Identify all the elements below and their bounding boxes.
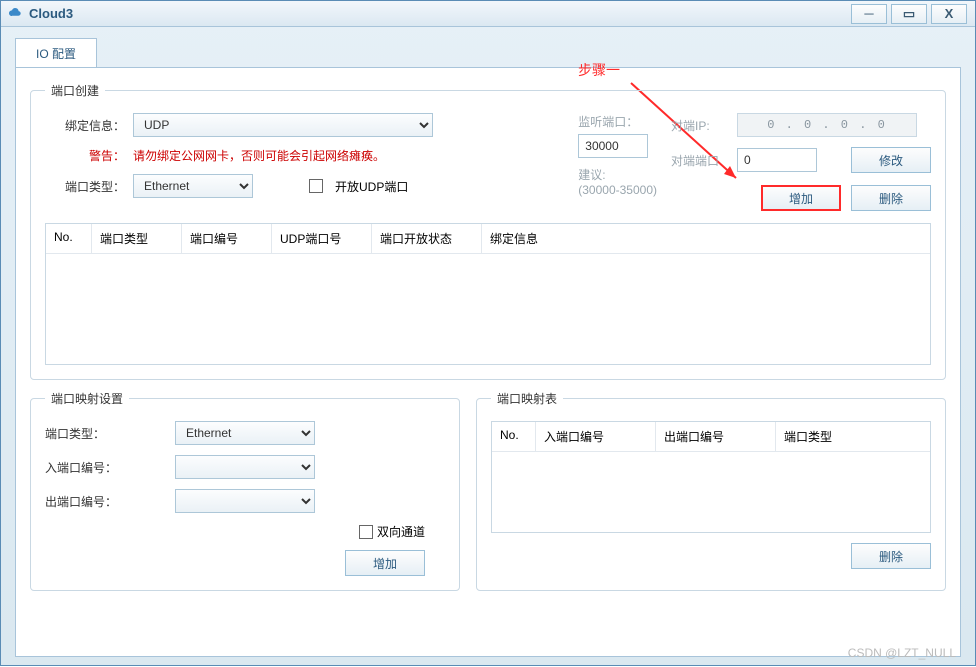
label-warning: 警告： xyxy=(45,147,125,164)
table-body[interactable] xyxy=(46,254,930,364)
fieldset-port-map-setting: 端口映射设置 端口类型： Ethernet 入端口编号： 出端口编号： xyxy=(30,390,460,591)
checkbox-bidir[interactable] xyxy=(359,525,373,539)
col-no[interactable]: No. xyxy=(46,224,92,253)
label-in-port-no: 入端口编号： xyxy=(45,459,175,476)
input-listen-port[interactable] xyxy=(578,134,648,158)
col-map-type[interactable]: 端口类型 xyxy=(776,422,930,451)
select-bind-info[interactable]: UDP xyxy=(133,113,433,137)
col-open-state[interactable]: 端口开放状态 xyxy=(372,224,482,253)
col-map-in[interactable]: 入端口编号 xyxy=(536,422,656,451)
app-window: Cloud3 ─ ▭ X IO 配置 步骤一 端口创建 xyxy=(0,0,976,666)
select-out-port[interactable] xyxy=(175,489,315,513)
delete-map-button[interactable]: 删除 xyxy=(851,543,931,569)
label-out-port-no: 出端口编号： xyxy=(45,493,175,510)
tabstrip: IO 配置 xyxy=(15,37,961,67)
map-table: No. 入端口编号 出端口编号 端口类型 xyxy=(491,421,931,533)
input-peer-ip: 0 . 0 . 0 . 0 xyxy=(737,113,917,137)
map-table-body[interactable] xyxy=(492,452,930,532)
modify-button[interactable]: 修改 xyxy=(851,147,931,173)
label-peer-port: 对端端口 xyxy=(671,152,727,169)
add-map-button[interactable]: 增加 xyxy=(345,550,425,576)
col-bind-info[interactable]: 绑定信息 xyxy=(482,224,930,253)
app-icon xyxy=(9,7,23,21)
watermark: CSDN @LZT_NULL xyxy=(848,646,956,660)
col-udp-port[interactable]: UDP端口号 xyxy=(272,224,372,253)
legend-port-map-table: 端口映射表 xyxy=(491,390,563,407)
panel: 步骤一 端口创建 绑定信息： UDP xyxy=(15,67,961,657)
port-table: No. 端口类型 端口编号 UDP端口号 端口开放状态 绑定信息 xyxy=(45,223,931,365)
label-suggest: 建议: xyxy=(578,166,657,183)
label-bind-info: 绑定信息： xyxy=(45,117,125,134)
label-listen-port: 监听端口： xyxy=(578,113,657,130)
table-header: No. 端口类型 端口编号 UDP端口号 端口开放状态 绑定信息 xyxy=(46,224,930,254)
label-port-type: 端口类型： xyxy=(45,178,125,195)
map-table-header: No. 入端口编号 出端口编号 端口类型 xyxy=(492,422,930,452)
annotation-step1: 步骤一 xyxy=(578,60,620,80)
tab-io-config[interactable]: IO 配置 xyxy=(15,38,97,68)
col-map-no[interactable]: No. xyxy=(492,422,536,451)
add-button[interactable]: 增加 xyxy=(761,185,841,211)
select-in-port[interactable] xyxy=(175,455,315,479)
input-peer-port xyxy=(737,148,817,172)
warning-text: 请勿绑定公网网卡，否则可能会引起网络瘫痪。 xyxy=(133,147,385,164)
maximize-button[interactable]: ▭ xyxy=(891,4,927,24)
select-port-type[interactable]: Ethernet xyxy=(133,174,253,198)
legend-port-create: 端口创建 xyxy=(45,82,105,99)
close-button[interactable]: X xyxy=(931,4,967,24)
select-map-port-type[interactable]: Ethernet xyxy=(175,421,315,445)
label-peer-ip: 对端IP: xyxy=(671,117,727,134)
titlebar: Cloud3 ─ ▭ X xyxy=(1,1,975,27)
label-bidir: 双向通道 xyxy=(377,523,425,540)
col-port-type[interactable]: 端口类型 xyxy=(92,224,182,253)
label-suggest-range: (30000-35000) xyxy=(578,183,657,197)
minimize-button[interactable]: ─ xyxy=(851,4,887,24)
app-title: Cloud3 xyxy=(29,6,847,21)
col-map-out[interactable]: 出端口编号 xyxy=(656,422,776,451)
fieldset-port-map-table: 端口映射表 No. 入端口编号 出端口编号 端口类型 删除 xyxy=(476,390,946,591)
client-area: IO 配置 步骤一 端口创建 绑定信息： UDP xyxy=(1,27,975,667)
checkbox-open-udp[interactable] xyxy=(309,179,323,193)
legend-port-map-setting: 端口映射设置 xyxy=(45,390,129,407)
label-open-udp: 开放UDP端口 xyxy=(335,178,408,195)
fieldset-port-create: 端口创建 绑定信息： UDP 警告： 请勿绑定公网网卡，否则可能会引起网络瘫痪。 xyxy=(30,82,946,380)
label-map-port-type: 端口类型： xyxy=(45,425,175,442)
delete-button[interactable]: 删除 xyxy=(851,185,931,211)
col-port-no[interactable]: 端口编号 xyxy=(182,224,272,253)
